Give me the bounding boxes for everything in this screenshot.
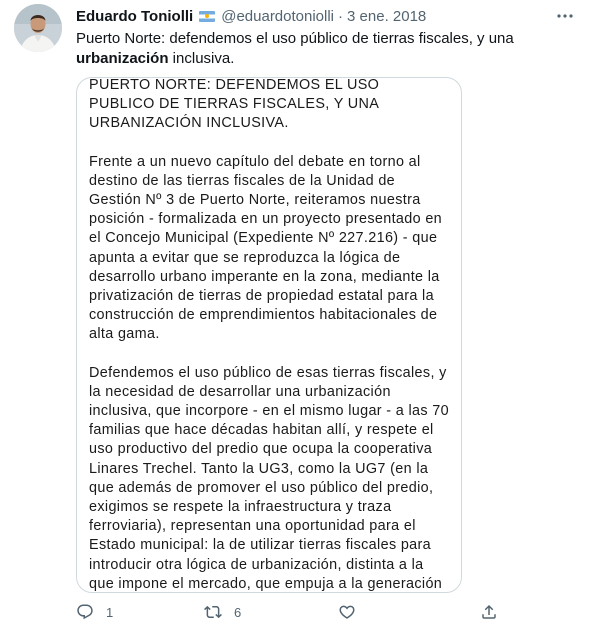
separator-dot: · [338,7,344,25]
avatar-photo [14,4,62,52]
like-button[interactable] [338,603,356,621]
heart-icon [339,605,355,619]
attached-image[interactable]: PUERTO NORTE: DEFENDEMOS EL USO PUBLICO … [76,77,462,593]
reply-button[interactable]: 1 [76,603,113,621]
author-handle[interactable]: @eduardotoniolli [221,8,334,25]
tweet-text: Puerto Norte: defendemos el uso público … [76,29,576,69]
share-icon [482,604,496,619]
more-icon[interactable] [555,6,575,26]
image-paragraph-1: Frente a un nuevo capítulo del debate en… [89,153,443,343]
action-bar: 1 6 [76,600,506,624]
avatar[interactable] [14,4,62,52]
share-button[interactable] [480,603,498,621]
retweet-button[interactable]: 6 [204,603,241,621]
retweet-icon [204,605,222,619]
author-name[interactable]: Eduardo Toniolli [76,8,193,25]
tweet-text-bold: urbanización [76,50,169,67]
reply-count: 1 [106,604,114,620]
image-paragraph-2: Defendemos el uso público de esas tierra… [89,364,449,592]
retweet-count: 6 [234,604,242,620]
image-title: PUERTO NORTE: DEFENDEMOS EL USO PUBLICO … [89,77,380,132]
tweet-date[interactable]: 3 ene. 2018 [347,8,426,25]
more-icon-glyph [557,14,573,18]
reply-icon [77,604,93,620]
argentina-flag-icon [199,10,216,22]
tweet[interactable]: Eduardo Toniolli @eduardotoniolli · 3 en… [0,0,597,636]
image-text-block: PUERTO NORTE: DEFENDEMOS EL USO PUBLICO … [89,77,449,592]
tweet-text-start: Puerto Norte: defendemos el uso público … [76,30,514,47]
tweet-header: Eduardo Toniolli @eduardotoniolli · 3 en… [76,6,426,26]
tweet-text-end: inclusiva. [168,50,235,67]
